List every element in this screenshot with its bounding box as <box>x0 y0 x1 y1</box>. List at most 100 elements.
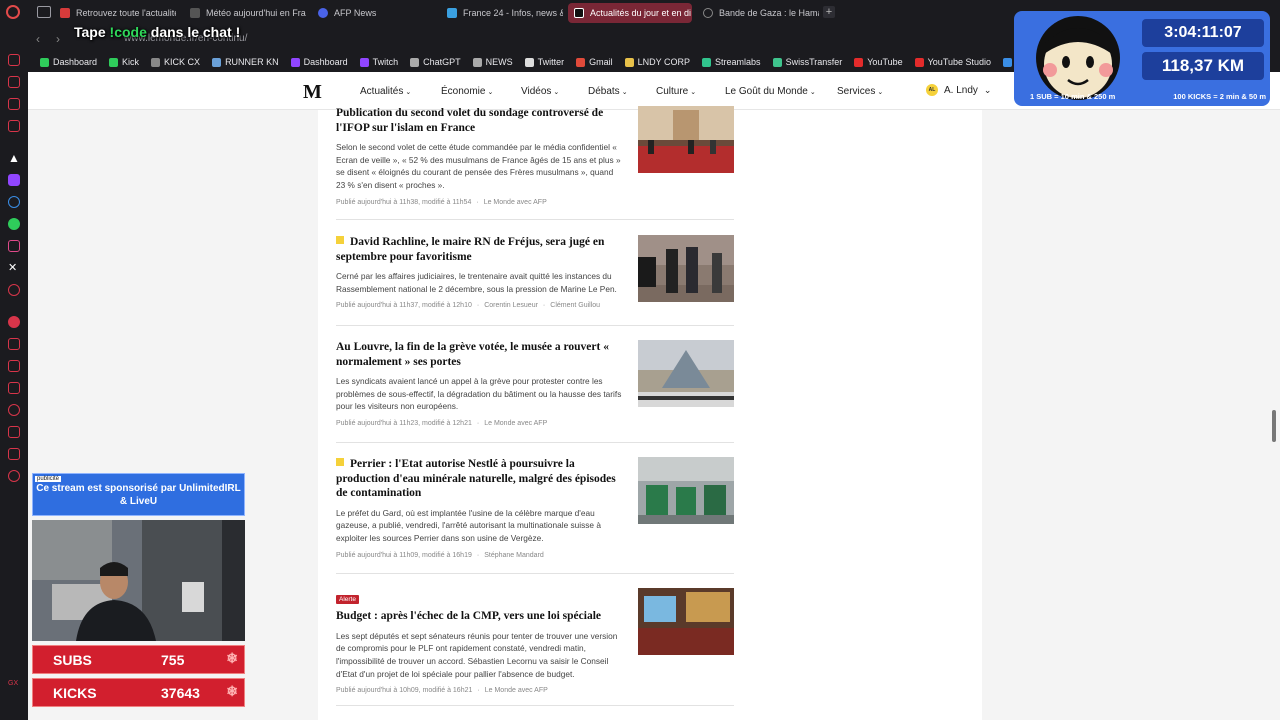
tab-2[interactable]: AFP News <box>312 3 434 23</box>
bookmark-item[interactable]: RUNNER KN <box>206 57 285 67</box>
subscriber-square-icon <box>336 458 344 466</box>
bookmark-item[interactable]: Twitch <box>354 57 405 67</box>
bookmark-label: Gmail <box>589 57 613 67</box>
bookmark-item[interactable]: Gmail <box>570 57 619 67</box>
record-icon[interactable] <box>8 316 20 328</box>
bookmark-item[interactable]: Twitter <box>519 57 571 67</box>
prompt-suffix: dans le chat ! <box>146 24 241 40</box>
music-icon[interactable] <box>8 284 20 296</box>
chevron-down-icon: ⌄ <box>405 89 412 96</box>
nav-label: Actualités <box>360 86 404 97</box>
article-meta: Publié aujourd'hui à 11h37, modifié à 12… <box>336 302 601 310</box>
extensions-icon[interactable] <box>8 76 20 88</box>
bookmark-item[interactable]: LNDY CORP <box>619 57 696 67</box>
back-arrow-icon[interactable]: ‹ <box>36 32 40 46</box>
article-image-senate[interactable] <box>638 588 734 655</box>
tab-3[interactable]: France 24 - Infos, news & <box>441 3 563 23</box>
history-icon[interactable] <box>8 404 20 416</box>
chevron-down-icon: ⌄ <box>553 89 560 96</box>
nav-services[interactable]: Services ⌄ <box>837 86 883 97</box>
subs-value: 755 <box>161 652 185 668</box>
article-image-perrier-factory[interactable] <box>638 457 734 524</box>
article-meta: Publié aujourd'hui à 11h38, modifié à 11… <box>336 198 547 206</box>
bookmark-item[interactable]: YouTube <box>848 57 908 67</box>
article-meta: Publié aujourd'hui à 11h09, modifié à 16… <box>336 551 544 559</box>
new-tab-button[interactable]: + <box>823 6 835 18</box>
downloads-icon[interactable] <box>8 426 20 438</box>
article-summary: Les syndicats avaient lancé un appel à l… <box>336 376 622 412</box>
bookmark-item[interactable]: SwissTransfer <box>767 57 849 67</box>
home-icon[interactable] <box>8 54 20 66</box>
page-scrollbar[interactable] <box>1272 410 1276 442</box>
article-title[interactable]: Publication du second volet du sondage c… <box>336 106 618 135</box>
bookmark-item[interactable]: Streamlabs <box>696 57 767 67</box>
article-image-louvre[interactable] <box>638 340 734 407</box>
nav-gout-du-monde[interactable]: Le Goût du Monde ⌄ <box>725 86 816 97</box>
vpn-icon[interactable] <box>8 448 20 460</box>
bookmark-item[interactable]: NEWS <box>467 57 519 67</box>
instagram-icon[interactable] <box>8 240 20 252</box>
bookmark-favicon-icon <box>151 57 161 67</box>
article-image-rachline[interactable] <box>638 235 734 302</box>
tab-5[interactable]: Bande de Gaza : le Hamas <box>697 3 819 23</box>
kicks-label: KICKS <box>53 685 97 701</box>
article-summary: Les sept députés et sept sénateurs réuni… <box>336 630 618 679</box>
bookmark-label: NEWS <box>485 57 513 67</box>
lemonde-logo[interactable]: M <box>303 82 322 102</box>
kicks-value: 37643 <box>161 685 200 701</box>
bookmark-item[interactable]: ChatGPT <box>404 57 467 67</box>
whatsapp-icon[interactable] <box>8 218 20 230</box>
bookmark-item[interactable]: Dashboard <box>285 57 354 67</box>
bookmark-label: YouTube Studio <box>927 57 992 67</box>
nav-debats[interactable]: Débats ⌄ <box>588 86 628 97</box>
article-item[interactable]: Au Louvre, la fin de la grève votée, le … <box>336 340 734 443</box>
tab-1[interactable]: Météo aujourd'hui en Fra <box>184 3 306 23</box>
article-title[interactable]: Budget : après l'échec de la CMP, vers u… <box>336 609 618 624</box>
tab-label: Actualités du jour et en di <box>590 8 692 18</box>
article-item[interactable]: Perrier : l'Etat autorise Nestlé à pours… <box>336 457 734 574</box>
bookmarks-icon[interactable] <box>8 120 20 132</box>
forward-arrow-icon[interactable]: › <box>56 32 60 46</box>
stream-stats-widget: 3:04:11:07 118,37 KM 1 SUB = 10 min & 25… <box>1014 11 1270 106</box>
bookmark-favicon-icon <box>290 57 300 67</box>
article-date: Publié aujourd'hui à 11h38, modifié à 11… <box>336 198 472 206</box>
article-image-mosque[interactable] <box>638 106 734 173</box>
article-summary: Le préfet du Gard, où est implantée l'us… <box>336 507 601 543</box>
x-twitter-icon[interactable]: ✕ <box>8 262 20 274</box>
bookmark-item[interactable]: Dashboard <box>34 57 103 67</box>
bookmark-label: Dashboard <box>53 57 98 67</box>
article-title[interactable]: David Rachline, le maire RN de Fréjus, s… <box>336 235 618 264</box>
wallet-icon[interactable] <box>8 382 20 394</box>
kick-icon[interactable]: ▲ <box>8 152 20 164</box>
article-item[interactable]: David Rachline, le maire RN de Fréjus, s… <box>336 235 734 326</box>
nav-label: Culture <box>656 86 689 97</box>
article-item[interactable]: Publication du second volet du sondage c… <box>336 106 734 220</box>
nav-actualites[interactable]: Actualités ⌄ <box>360 86 411 97</box>
bookmark-item[interactable]: Kick <box>103 57 145 67</box>
gx-icon[interactable]: GX <box>8 678 20 690</box>
article-author: Le Monde avec AFP <box>484 687 548 695</box>
messenger-blue-icon[interactable] <box>8 196 20 208</box>
user-menu[interactable]: AL A. Lndy ⌄ <box>926 84 991 96</box>
nav-culture[interactable]: Culture ⌄ <box>656 86 696 97</box>
player-icon[interactable] <box>8 338 20 350</box>
bookmark-item[interactable]: KICK CX <box>145 57 206 67</box>
article-item[interactable]: Alerte Budget : après l'échec de la CMP,… <box>336 588 734 706</box>
snowflake-icon: ❄ <box>226 650 238 666</box>
opera-logo-icon[interactable] <box>6 5 20 19</box>
tab-4-active[interactable]: Actualités du jour et en di <box>568 3 692 23</box>
messenger-icon[interactable] <box>8 98 20 110</box>
nav-economie[interactable]: Économie ⌄ <box>441 86 493 97</box>
twitch-icon[interactable] <box>8 174 20 186</box>
workspaces-icon[interactable] <box>37 6 51 18</box>
article-title[interactable]: Au Louvre, la fin de la grève votée, le … <box>336 340 618 369</box>
article-title[interactable]: Perrier : l'Etat autorise Nestlé à pours… <box>336 457 618 501</box>
nav-label: Débats <box>588 86 620 97</box>
article-date: Publié aujourd'hui à 11h37, modifié à 12… <box>336 302 472 310</box>
subs-label: SUBS <box>53 652 92 668</box>
bookmark-item[interactable]: YouTube Studio <box>909 57 997 67</box>
tab-0[interactable]: Retrouvez toute l'actualité <box>54 3 176 23</box>
nav-videos[interactable]: Vidéos ⌄ <box>521 86 559 97</box>
settings-gear-icon[interactable] <box>8 470 20 482</box>
send-icon[interactable] <box>8 360 20 372</box>
